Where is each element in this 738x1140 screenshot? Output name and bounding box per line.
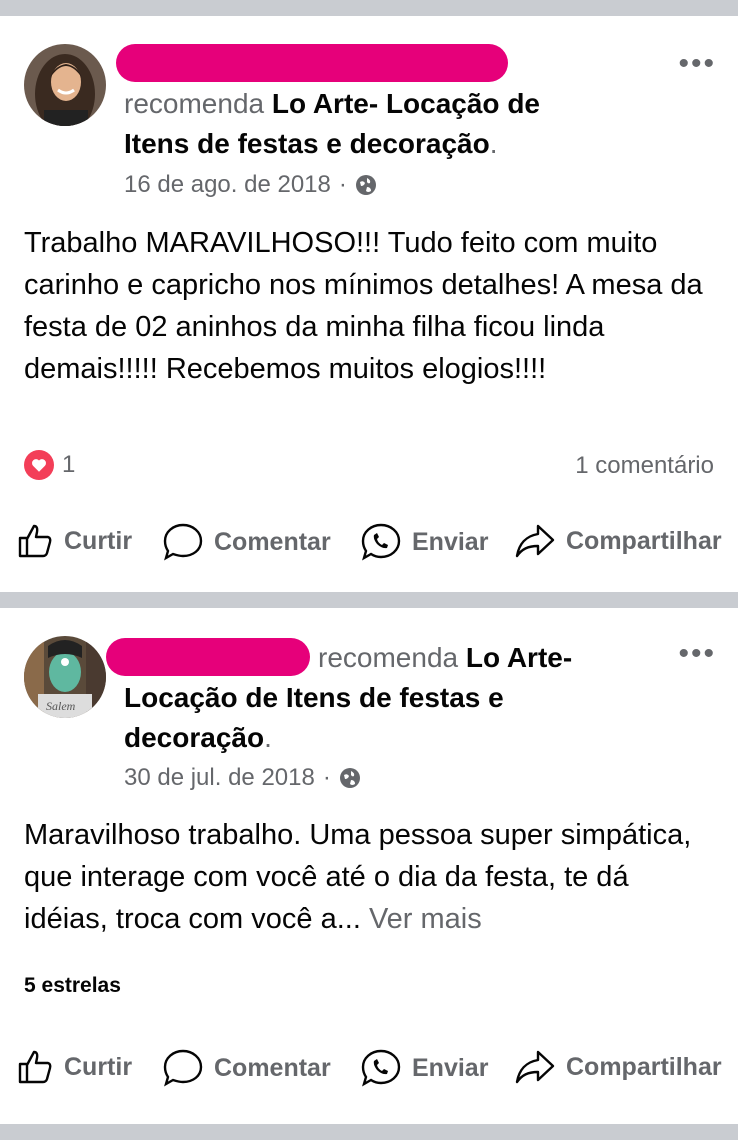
post-header: recomenda Lo Arte- Locação de Itens de f… <box>124 638 664 758</box>
heart-icon <box>24 450 54 480</box>
post-2: Salem ••• recomenda Lo Arte- Locação de … <box>0 608 738 1124</box>
comments-count-link[interactable]: 1 comentário <box>575 452 714 480</box>
send-button[interactable]: Enviar <box>360 522 488 562</box>
like-label: Curtir <box>64 526 133 555</box>
share-button[interactable]: Compartilhar <box>514 1048 722 1086</box>
svg-text:Salem: Salem <box>46 699 76 713</box>
send-label: Enviar <box>412 1053 489 1082</box>
feed-separator <box>0 0 738 16</box>
action-verb: recomenda <box>318 642 459 673</box>
comment-bubble-icon <box>163 1049 203 1087</box>
see-more-link[interactable]: Ver mais <box>369 903 482 935</box>
date-separator: · <box>322 764 331 791</box>
comment-button[interactable]: Comentar <box>162 1048 331 1088</box>
like-button[interactable]: Curtir <box>16 522 132 560</box>
page-link[interactable]: Itens de festas e decoração <box>124 128 490 159</box>
date-text[interactable]: 16 de ago. de 2018 <box>124 171 331 199</box>
share-label: Compartilhar <box>566 1052 722 1081</box>
globe-icon <box>339 767 361 789</box>
rating-label: 5 estrelas <box>24 974 121 997</box>
redacted-author-name <box>116 44 508 82</box>
author-avatar[interactable] <box>24 44 106 126</box>
reaction-count: 1 <box>62 451 76 478</box>
page-link[interactable]: Lo Arte- Locação de <box>272 88 540 119</box>
action-bar: Curtir Comentar Enviar Compartilhar <box>0 1048 738 1108</box>
post-body: Trabalho MARAVILHOSO!!! Tudo feito com m… <box>24 227 703 385</box>
page-link[interactable]: Lo Arte- <box>466 642 572 673</box>
post-body-text: Maravilhoso trabalho. Uma pessoa super s… <box>24 819 692 935</box>
comment-label: Comentar <box>214 1053 331 1082</box>
messenger-whatsapp-icon <box>361 1049 401 1087</box>
messenger-whatsapp-icon <box>361 523 401 561</box>
date-separator: · <box>338 171 347 198</box>
share-label: Compartilhar <box>566 526 722 555</box>
post-1: ••• recomenda Lo Arte- Locação de Itens … <box>0 16 738 592</box>
page-link[interactable]: decoração <box>124 722 264 753</box>
like-label: Curtir <box>64 1052 133 1081</box>
like-button[interactable]: Curtir <box>16 1048 132 1086</box>
globe-icon <box>355 174 377 196</box>
period: . <box>264 722 272 753</box>
page-link[interactable]: Locação de Itens de festas e <box>124 682 504 713</box>
send-button[interactable]: Enviar <box>360 1048 488 1088</box>
send-label: Enviar <box>412 527 489 556</box>
more-dots-icon[interactable]: ••• <box>678 49 716 79</box>
comment-bubble-icon <box>163 523 203 561</box>
author-avatar[interactable]: Salem <box>24 636 106 718</box>
action-bar: Curtir Comentar Enviar Compartilhar <box>0 514 738 574</box>
action-verb: recomenda <box>124 88 265 119</box>
post-body: Maravilhoso trabalho. Uma pessoa super s… <box>24 814 704 940</box>
date-text[interactable]: 30 de jul. de 2018 <box>124 764 315 792</box>
more-dots-icon[interactable]: ••• <box>678 639 716 669</box>
feed-separator <box>0 1124 738 1140</box>
reaction-summary[interactable]: 1 <box>24 450 75 480</box>
post-header: recomenda Lo Arte- Locação de Itens de f… <box>124 84 684 164</box>
post-date: 30 de jul. de 2018 · <box>124 764 361 792</box>
thumbs-up-icon <box>18 1050 52 1084</box>
thumbs-up-icon <box>18 524 52 558</box>
share-arrow-icon <box>515 1050 555 1084</box>
period: . <box>489 128 498 159</box>
share-arrow-icon <box>515 524 555 558</box>
feed-separator <box>0 592 738 608</box>
post-date: 16 de ago. de 2018 · <box>124 171 377 199</box>
share-button[interactable]: Compartilhar <box>514 522 722 560</box>
comment-button[interactable]: Comentar <box>162 522 331 562</box>
comment-label: Comentar <box>214 527 331 556</box>
